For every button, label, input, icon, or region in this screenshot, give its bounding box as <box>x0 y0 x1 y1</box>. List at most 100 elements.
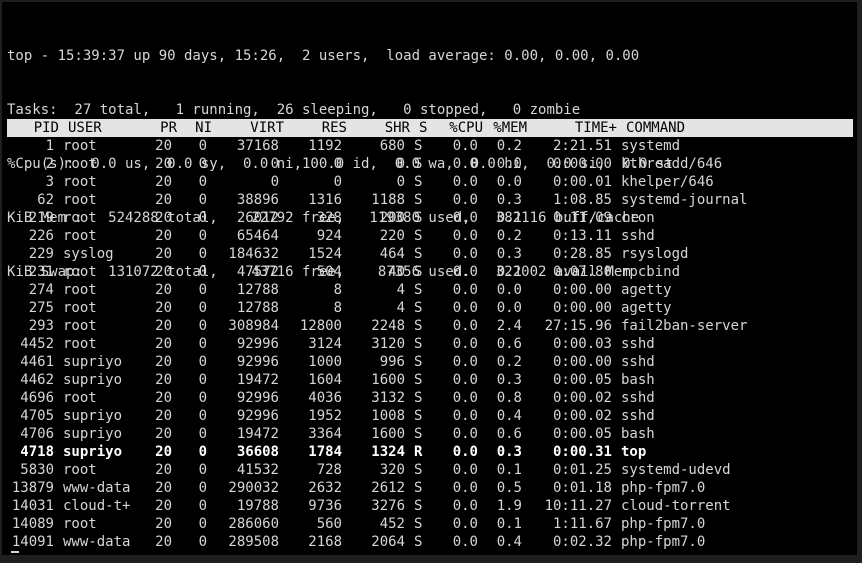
process-time: 1:11.67 <box>552 516 612 532</box>
process-row[interactable]: 4696 root 20 0 92996 4036 3132 S 0.0 0.8 0:00.02 ss… <box>2 389 857 407</box>
process-row[interactable]: 62 root 20 0 38896 1316 1188 S 0.0 0.3 1:08.85 syst… <box>2 191 857 209</box>
process-shr: 3276 <box>371 498 405 514</box>
column-header-state: S <box>419 120 428 136</box>
process-virt: 37168 <box>236 138 279 154</box>
process-pid: 3 <box>45 174 54 190</box>
process-nice: 0 <box>198 174 207 190</box>
process-pid: 4696 <box>20 390 54 406</box>
process-row[interactable]: 4452 root 20 0 92996 3124 3120 S 0.0 0.6 0:00.03 ss… <box>2 335 857 353</box>
process-res: 3124 <box>308 336 342 352</box>
process-nice: 0 <box>198 408 207 424</box>
process-state: S <box>414 228 423 244</box>
process-priority: 20 <box>155 372 172 388</box>
process-cpu: 0.0 <box>452 264 478 280</box>
process-user: root <box>63 192 97 208</box>
process-res: 0 <box>333 156 342 172</box>
process-time: 0:28.85 <box>552 246 612 262</box>
process-pid: 5830 <box>20 462 54 478</box>
process-shr: 1188 <box>371 192 405 208</box>
process-cpu: 0.0 <box>452 156 478 172</box>
process-mem: 0.8 <box>496 390 522 406</box>
process-nice: 0 <box>198 516 207 532</box>
terminal-window: top - 15:39:37 up 90 days, 15:26, 2 user… <box>0 0 862 563</box>
process-command: sshd <box>621 408 655 424</box>
process-row[interactable]: 3 root 20 0 0 0 0 S 0.0 0.0 0:00.01 khelper/646 <box>2 173 857 191</box>
process-res: 504 <box>316 264 342 280</box>
process-state: S <box>414 318 423 334</box>
process-user: supriyo <box>63 408 123 424</box>
process-shr: 452 <box>379 516 405 532</box>
process-res: 1784 <box>308 444 342 460</box>
process-res: 8 <box>333 282 342 298</box>
process-priority: 20 <box>155 426 172 442</box>
process-pid: 4462 <box>20 372 54 388</box>
process-pid: 293 <box>28 318 54 334</box>
process-priority: 20 <box>155 228 172 244</box>
process-row[interactable]: 5830 root 20 0 41532 728 320 S 0.0 0.1 0:01.25 syst… <box>2 461 857 479</box>
process-nice: 0 <box>198 426 207 442</box>
process-res: 328 <box>316 210 342 226</box>
process-cpu: 0.0 <box>452 174 478 190</box>
process-shr: 220 <box>379 228 405 244</box>
column-header-command: COMMAND <box>626 120 686 136</box>
process-priority: 20 <box>155 192 172 208</box>
process-shr: 0 <box>396 174 405 190</box>
process-nice: 0 <box>198 138 207 154</box>
process-row[interactable]: 1 root 20 0 37168 1192 680 S 0.0 0.2 2:21.51 system… <box>2 137 857 155</box>
column-header-pr: PR <box>160 120 177 136</box>
process-state: R <box>414 444 423 460</box>
process-res: 1524 <box>308 246 342 262</box>
process-virt: 92996 <box>236 336 279 352</box>
process-time: 0:07.80 <box>552 264 612 280</box>
process-virt: 47572 <box>236 264 279 280</box>
process-user: supriyo <box>63 444 123 460</box>
process-row[interactable]: 219 root 20 0 26012 328 200 S 0.0 0.1 0:11.09 cron <box>2 209 857 227</box>
process-nice: 0 <box>198 336 207 352</box>
process-command: systemd-udevd <box>621 462 731 478</box>
process-virt: 92996 <box>236 390 279 406</box>
process-priority: 20 <box>155 174 172 190</box>
process-user: www-data <box>63 480 131 496</box>
process-row[interactable]: 4706 supriyo 20 0 19472 3364 1600 S 0.0 0.6 0:00.0… <box>2 425 857 443</box>
process-priority: 20 <box>155 318 172 334</box>
process-virt: 19788 <box>236 498 279 514</box>
process-row[interactable]: 14031 cloud-t+ 20 0 19788 9736 3276 S 0.0 1.9 10:1… <box>2 497 857 515</box>
summary-uptime-line: top - 15:39:37 up 90 days, 15:26, 2 user… <box>7 48 640 64</box>
process-command: systemd <box>621 138 681 154</box>
process-row[interactable]: 226 root 20 0 65464 924 220 S 0.0 0.2 0:13.11 sshd <box>2 227 857 245</box>
process-nice: 0 <box>198 390 207 406</box>
process-res: 12800 <box>299 318 342 334</box>
process-user: root <box>63 210 97 226</box>
process-cpu: 0.0 <box>452 138 478 154</box>
process-virt: 12788 <box>236 300 279 316</box>
process-row[interactable]: 4461 supriyo 20 0 92996 1000 996 S 0.0 0.2 0:00.00… <box>2 353 857 371</box>
process-shr: 200 <box>379 210 405 226</box>
process-res: 2632 <box>308 480 342 496</box>
process-row[interactable]: 231 root 20 0 47572 504 40 S 0.0 0.1 0:07.80 rpcbin… <box>2 263 857 281</box>
process-row[interactable]: 4718 supriyo 20 0 36608 1784 1324 R 0.0 0.3 0:00.3… <box>2 443 857 461</box>
process-row[interactable]: 13879 www-data 20 0 290032 2632 2612 S 0.0 0.5 0:0… <box>2 479 857 497</box>
process-nice: 0 <box>198 300 207 316</box>
process-row[interactable]: 293 root 20 0 308984 12800 2248 S 0.0 2.4 27:15.96… <box>2 317 857 335</box>
process-row[interactable]: 274 root 20 0 12788 8 4 S 0.0 0.0 0:00.00 agetty <box>2 281 857 299</box>
terminal-screen[interactable]: top - 15:39:37 up 90 days, 15:26, 2 user… <box>2 2 857 555</box>
process-user: root <box>63 516 97 532</box>
process-time: 0:00.31 <box>552 444 612 460</box>
process-pid: 14091 <box>11 534 54 550</box>
process-row[interactable]: 14091 www-data 20 0 289508 2168 2064 S 0.0 0.4 0:0… <box>2 533 857 551</box>
process-cpu: 0.0 <box>452 282 478 298</box>
process-row[interactable]: 2 root 20 0 0 0 0 S 0.0 0.0 0:00.00 kthreadd/646 <box>2 155 857 173</box>
process-row[interactable]: 14089 root 20 0 286060 560 452 S 0.0 0.1 1:11.67 ph… <box>2 515 857 533</box>
process-cpu: 0.0 <box>452 300 478 316</box>
process-time: 10:11.27 <box>544 498 612 514</box>
process-shr: 680 <box>379 138 405 154</box>
process-pid: 275 <box>28 300 54 316</box>
process-shr: 320 <box>379 462 405 478</box>
process-row[interactable]: 4705 supriyo 20 0 92996 1952 1008 S 0.0 0.4 0:00.0… <box>2 407 857 425</box>
process-command: php-fpm7.0 <box>621 534 706 550</box>
process-row[interactable]: 229 syslog 20 0 184632 1524 464 S 0.0 0.3 0:28.85 r… <box>2 245 857 263</box>
column-header-user: USER <box>68 120 102 136</box>
process-row[interactable]: 4462 supriyo 20 0 19472 1604 1600 S 0.0 0.3 0:00.0… <box>2 371 857 389</box>
process-row[interactable]: 275 root 20 0 12788 8 4 S 0.0 0.0 0:00.00 agetty <box>2 299 857 317</box>
process-pid: 4452 <box>20 336 54 352</box>
